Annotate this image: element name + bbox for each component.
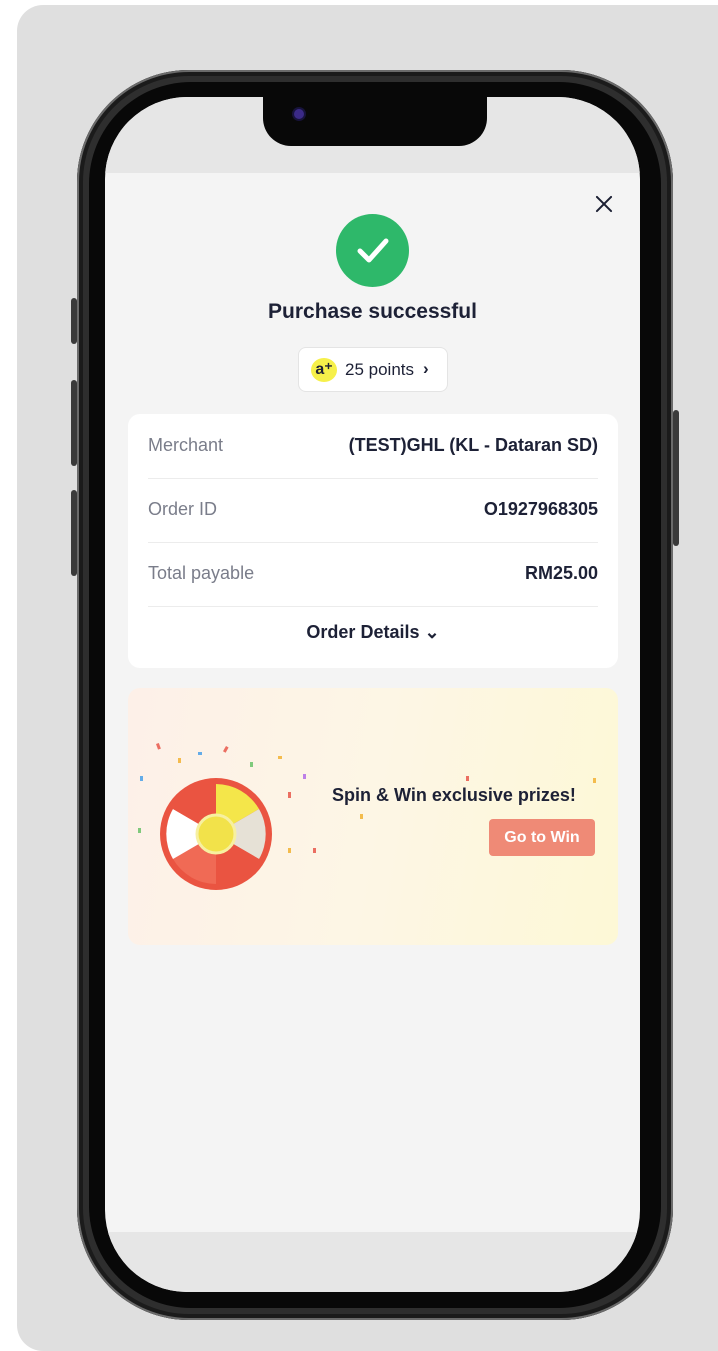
front-camera <box>294 109 304 119</box>
power-button <box>673 410 679 546</box>
summary-row-order-id: Order ID O1927968305 <box>148 478 598 543</box>
points-label: 25 points <box>345 360 414 379</box>
order-details-toggle[interactable]: Order Details ⌄ <box>128 622 618 643</box>
row-label: Total payable <box>148 563 255 583</box>
summary-row-total: Total payable RM25.00 <box>148 542 598 607</box>
success-check-icon <box>336 214 409 287</box>
close-icon[interactable] <box>593 193 615 215</box>
page-title: Purchase successful <box>268 300 477 323</box>
chevron-right-icon: › <box>423 359 429 378</box>
row-label: Merchant <box>148 435 224 455</box>
row-value: RM25.00 <box>524 563 598 583</box>
points-logo-icon: a⁺ <box>311 358 337 382</box>
row-value: (TEST)GHL (KL - Dataran SD) <box>348 435 598 455</box>
spin-win-banner[interactable]: Spin & Win exclusive prizes! Go to Win <box>128 688 618 945</box>
row-value: O1927968305 <box>483 499 598 519</box>
go-to-win-button[interactable]: Go to Win <box>489 819 595 856</box>
notch <box>263 97 487 146</box>
home-indicator-area <box>105 1232 640 1292</box>
summary-row-merchant: Merchant (TEST)GHL (KL - Dataran SD) <box>148 414 598 479</box>
spin-wheel-icon <box>160 778 272 890</box>
order-summary-card: Merchant (TEST)GHL (KL - Dataran SD) Ord… <box>128 414 618 668</box>
row-label: Order ID <box>148 499 218 519</box>
points-badge-button[interactable]: a⁺ 25 points › <box>298 347 448 392</box>
promo-headline: Spin & Win exclusive prizes! <box>332 785 576 805</box>
